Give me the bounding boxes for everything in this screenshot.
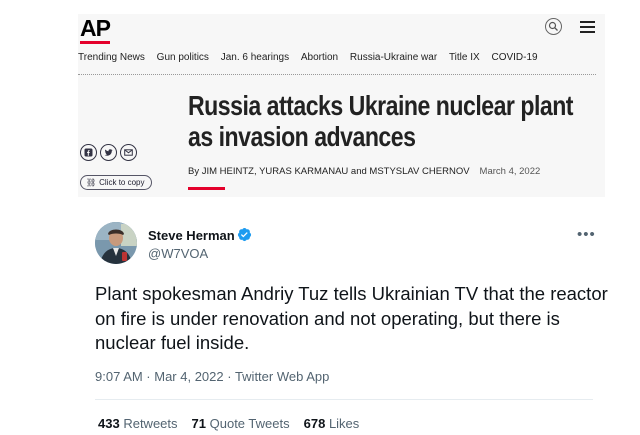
nav-item-covid-19[interactable]: COVID-19	[491, 52, 537, 63]
ap-logo[interactable]: AP	[80, 15, 111, 42]
likes-count: 678	[303, 416, 326, 431]
facebook-icon[interactable]	[80, 144, 97, 161]
link-icon: ⛓	[86, 178, 97, 187]
ap-article-panel: AP Trending News Gun politics Jan. 6 hea…	[78, 14, 605, 197]
ap-header: AP	[78, 14, 605, 44]
twitter-icon[interactable]	[100, 144, 117, 161]
nav-item-abortion[interactable]: Abortion	[301, 52, 338, 63]
article-headline: Russia attacks Ukraine nuclear plant as …	[188, 90, 573, 152]
quote-tweets-label: Quote Tweets	[209, 416, 290, 431]
more-options-icon[interactable]: •••	[577, 226, 596, 243]
nav-item-trending-news[interactable]: Trending News	[78, 52, 145, 63]
quote-tweets-stat[interactable]: 71 Quote Tweets	[192, 416, 290, 431]
likes-label: Likes	[328, 416, 360, 431]
retweets-stat[interactable]: 433 Retweets	[98, 416, 178, 431]
byline-accent-bar	[188, 187, 225, 190]
article-byline: By JIM HEINTZ, YURAS KARMANAU and MSTYSL…	[188, 166, 540, 177]
nav-item-jan-6-hearings[interactable]: Jan. 6 hearings	[221, 52, 289, 63]
retweets-label: Retweets	[123, 416, 178, 431]
avatar[interactable]	[95, 222, 137, 264]
quote-tweets-count: 71	[191, 416, 206, 431]
nav-item-title-ix[interactable]: Title IX	[449, 52, 480, 63]
copy-link-button[interactable]: ⛓ Click to copy	[80, 175, 152, 190]
ap-trending-nav: Trending News Gun politics Jan. 6 hearin…	[78, 52, 547, 63]
nav-item-russia-ukraine-war[interactable]: Russia-Ukraine war	[350, 52, 437, 63]
byline-authors: By JIM HEINTZ, YURAS KARMANAU and MSTYSL…	[188, 166, 470, 177]
tweet-timestamp[interactable]: 9:07 AM · Mar 4, 2022 · Twitter Web App	[95, 369, 329, 384]
share-icons	[80, 144, 140, 162]
tweet-divider	[95, 399, 593, 400]
nav-divider	[78, 74, 596, 75]
tweet-author-name[interactable]: Steve Herman	[148, 228, 235, 243]
tweet-author-handle[interactable]: @W7VOA	[148, 246, 208, 261]
likes-stat[interactable]: 678 Likes	[304, 416, 360, 431]
retweets-count: 433	[98, 416, 120, 431]
article-date: March 4, 2022	[479, 166, 541, 177]
tweet-text: Plant spokesman Andriy Tuz tells Ukraini…	[95, 283, 608, 353]
tweet-stats: 433 Retweets 71 Quote Tweets 678 Likes	[98, 416, 373, 431]
hamburger-menu-icon[interactable]	[580, 21, 595, 33]
verified-badge-icon	[237, 227, 252, 247]
ap-logo-underline	[80, 41, 110, 44]
nav-item-gun-politics[interactable]: Gun politics	[157, 52, 209, 63]
email-icon[interactable]	[120, 144, 137, 161]
copy-button-label: Click to copy	[99, 178, 145, 187]
search-icon[interactable]	[545, 18, 562, 35]
